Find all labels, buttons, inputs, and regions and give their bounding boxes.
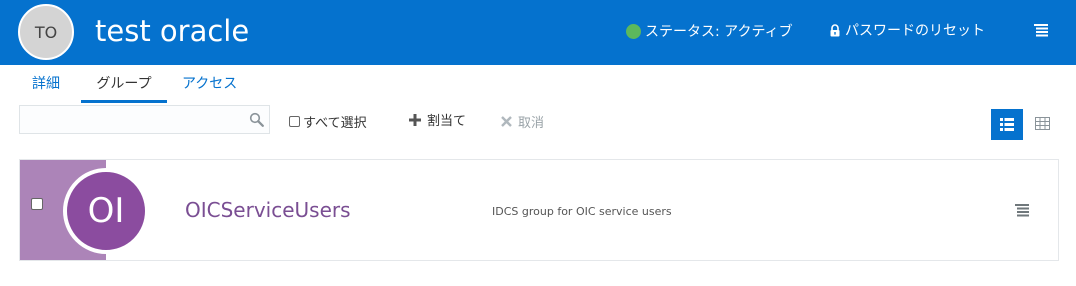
status-indicator: ステータス: アクティブ xyxy=(626,21,793,41)
group-description: IDCS group for OIC service users xyxy=(492,205,672,218)
close-icon xyxy=(501,116,512,127)
plus-icon xyxy=(409,113,421,126)
search-input[interactable] xyxy=(20,106,252,133)
tab-details[interactable]: 詳細 xyxy=(32,65,60,101)
search-box xyxy=(19,105,270,134)
user-avatar-initials: TO xyxy=(34,22,58,42)
lock-icon xyxy=(830,23,840,36)
group-actions-menu-icon[interactable] xyxy=(1015,204,1029,217)
status-dot-icon xyxy=(626,23,641,39)
list-view-button[interactable] xyxy=(991,109,1023,140)
select-all-box[interactable] xyxy=(289,116,300,127)
select-all-label: すべて選択 xyxy=(303,116,367,131)
select-all-checkbox[interactable]: すべて選択 xyxy=(289,112,367,131)
group-avatar-initials: OI xyxy=(87,191,125,231)
tab-access[interactable]: アクセス xyxy=(182,65,237,101)
assign-label: 割当て xyxy=(427,114,467,129)
user-avatar: TO xyxy=(18,4,74,60)
list-view-icon xyxy=(1000,118,1014,131)
assign-button[interactable]: 割当て xyxy=(409,110,466,129)
header-bar: TO test oracle ステータス: アクティブ パスワードのリセット xyxy=(0,0,1076,65)
revoke-button[interactable]: 取消 xyxy=(501,112,544,131)
group-avatar: OI xyxy=(63,168,149,254)
search-icon[interactable] xyxy=(249,112,264,127)
table-view-icon[interactable] xyxy=(1035,117,1050,130)
tab-bar: 詳細 グループ アクセス xyxy=(20,65,420,103)
group-card: OI OICServiceUsers IDCS group for OIC se… xyxy=(19,159,1059,261)
reset-password-label: パスワードのリセット xyxy=(845,23,985,39)
page-title: test oracle xyxy=(95,14,250,48)
revoke-label: 取消 xyxy=(518,116,545,131)
status-label: ステータス: アクティブ xyxy=(645,24,793,40)
reset-password-button[interactable]: パスワードのリセット xyxy=(830,20,985,40)
tab-groups[interactable]: グループ xyxy=(81,65,167,103)
group-name-link[interactable]: OICServiceUsers xyxy=(185,198,351,222)
group-select-checkbox[interactable] xyxy=(31,198,43,210)
actions-menu-icon[interactable] xyxy=(1034,24,1048,37)
